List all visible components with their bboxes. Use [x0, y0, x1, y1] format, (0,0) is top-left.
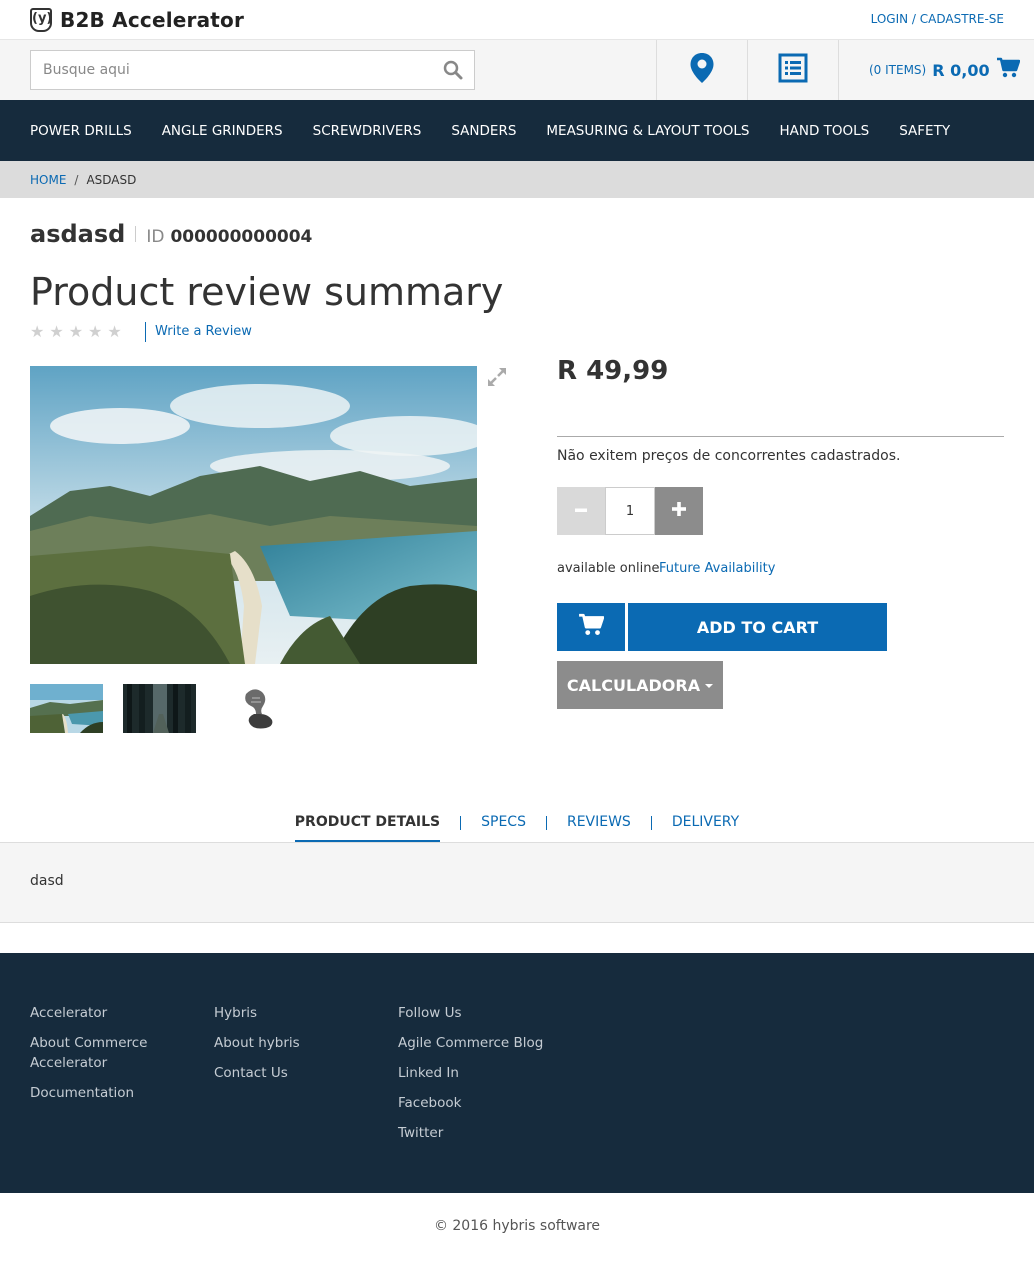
- footer-column-accelerator: Accelerator About Commerce Accelerator D…: [30, 1003, 180, 1113]
- cart-total: R 0,00: [932, 60, 990, 80]
- footer-link[interactable]: Contact Us: [214, 1063, 364, 1083]
- footer-column-hybris: Hybris About hybris Contact Us: [214, 1003, 364, 1093]
- search-input[interactable]: [31, 51, 431, 89]
- title-divider: [135, 226, 137, 242]
- write-review-link[interactable]: Write a Review: [155, 324, 252, 339]
- tab-product-details[interactable]: PRODUCT DETAILS: [294, 808, 441, 844]
- rating-stars: ★ ★ ★ ★ ★: [30, 322, 122, 342]
- nav-item-safety[interactable]: SAFETY: [899, 123, 950, 139]
- search-box: [30, 50, 475, 90]
- breadcrumb-separator: /: [74, 172, 79, 187]
- footer-link[interactable]: Follow Us: [398, 1003, 578, 1023]
- map-pin-icon: [689, 52, 715, 88]
- tab-panel: dasd: [0, 842, 1034, 923]
- product-id-label: ID: [146, 227, 165, 247]
- footer-link[interactable]: Facebook: [398, 1093, 578, 1113]
- cart-icon: [996, 57, 1020, 83]
- nav-item-screwdrivers[interactable]: SCREWDRIVERS: [313, 123, 422, 139]
- chevron-down-icon: [705, 684, 714, 688]
- price-divider: [557, 436, 1004, 437]
- footer-link[interactable]: Agile Commerce Blog: [398, 1033, 578, 1053]
- list-icon: [778, 53, 808, 87]
- footer-link[interactable]: Accelerator: [30, 1003, 180, 1023]
- footer-column-follow-us: Follow Us Agile Commerce Blog Linked In …: [398, 1003, 578, 1153]
- tab-reviews[interactable]: REVIEWS: [567, 808, 631, 840]
- breadcrumb-home[interactable]: HOME: [30, 173, 66, 187]
- product-title: asdasd ID 000000000004: [30, 220, 312, 248]
- tab-separator: [460, 816, 462, 830]
- star-icon: ★: [30, 322, 45, 341]
- product-id-value: 000000000004: [170, 227, 313, 247]
- footer-link[interactable]: Twitter: [398, 1123, 578, 1143]
- login-register-link[interactable]: LOGIN / CADASTRE-SE: [871, 12, 1004, 26]
- star-icon: ★: [88, 322, 103, 341]
- footer: Accelerator About Commerce Accelerator D…: [0, 953, 1034, 1193]
- breadcrumb-current: ASDASD: [86, 172, 137, 187]
- footer-link[interactable]: About hybris: [214, 1033, 364, 1053]
- category-nav: POWER DRILLS ANGLE GRINDERS SCREWDRIVERS…: [0, 100, 1034, 161]
- nav-item-sanders[interactable]: SANDERS: [451, 123, 516, 139]
- quantity-increase-button[interactable]: [655, 487, 703, 535]
- star-icon: ★: [49, 322, 64, 341]
- star-icon: ★: [107, 322, 122, 341]
- product-name: asdasd: [30, 220, 126, 248]
- calculator-dropdown-button[interactable]: CALCULADORA: [557, 661, 723, 709]
- product-main-image[interactable]: [30, 366, 477, 664]
- breadcrumb: HOME / ASDASD: [0, 161, 1034, 198]
- minus-icon: [574, 502, 588, 521]
- plus-icon: [671, 501, 687, 521]
- nav-item-angle-grinders[interactable]: ANGLE GRINDERS: [162, 123, 283, 139]
- copyright-text: © 2016 hybris software: [433, 1218, 601, 1234]
- product-price: R 49,99: [557, 356, 669, 386]
- product-thumbnail[interactable]: [123, 684, 196, 733]
- nav-item-hand-tools[interactable]: HAND TOOLS: [779, 123, 869, 139]
- add-to-cart-icon-button[interactable]: [557, 603, 625, 651]
- competitor-prices-text: Não exitem preços de concorrentes cadast…: [557, 448, 901, 464]
- store-finder-button[interactable]: [656, 40, 747, 100]
- tab-separator: [650, 816, 652, 830]
- footer-link[interactable]: Documentation: [30, 1083, 180, 1103]
- future-availability-link[interactable]: Future Availability: [659, 561, 775, 576]
- tab-specs[interactable]: SPECS: [481, 808, 526, 840]
- cart-icon: [578, 613, 605, 641]
- expand-icon[interactable]: [486, 366, 508, 388]
- star-icon: ★: [68, 322, 84, 341]
- product-tabs: PRODUCT DETAILS SPECS REVIEWS DELIVERY: [0, 808, 1034, 844]
- cart-item-count: (0 ITEMS): [869, 63, 927, 77]
- mini-cart[interactable]: (0 ITEMS) R 0,00: [838, 40, 1034, 100]
- quantity-stepper: [557, 487, 703, 535]
- logo[interactable]: (y) B2B Accelerator: [30, 8, 244, 32]
- logo-icon: (y): [30, 8, 52, 32]
- review-summary-title: Product review summary: [30, 270, 504, 314]
- footer-link[interactable]: Linked In: [398, 1063, 578, 1083]
- footer-link[interactable]: Hybris: [214, 1003, 364, 1023]
- nav-item-measuring-layout-tools[interactable]: MEASURING & LAYOUT TOOLS: [546, 123, 749, 139]
- review-separator: [145, 322, 146, 342]
- logo-text: B2B Accelerator: [60, 8, 245, 32]
- availability-status: available online: [557, 561, 660, 576]
- nav-item-power-drills[interactable]: POWER DRILLS: [30, 123, 132, 139]
- top-bar: (y) B2B Accelerator LOGIN / CADASTRE-SE: [0, 0, 1034, 40]
- quick-order-button[interactable]: [747, 40, 838, 100]
- calculator-label: CALCULADORA: [566, 675, 701, 695]
- product-thumbnail[interactable]: [30, 684, 103, 733]
- product-thumbnail[interactable]: [216, 684, 289, 733]
- product-description: dasd: [30, 873, 64, 889]
- quantity-decrease-button[interactable]: [557, 487, 605, 535]
- tab-delivery[interactable]: DELIVERY: [672, 808, 739, 840]
- search-icon[interactable]: [442, 59, 464, 81]
- tab-separator: [545, 816, 547, 830]
- quantity-input[interactable]: [605, 487, 655, 535]
- search-row: (0 ITEMS) R 0,00: [0, 40, 1034, 100]
- footer-link[interactable]: About Commerce Accelerator: [30, 1033, 180, 1073]
- add-to-cart-button[interactable]: ADD TO CART: [628, 603, 887, 651]
